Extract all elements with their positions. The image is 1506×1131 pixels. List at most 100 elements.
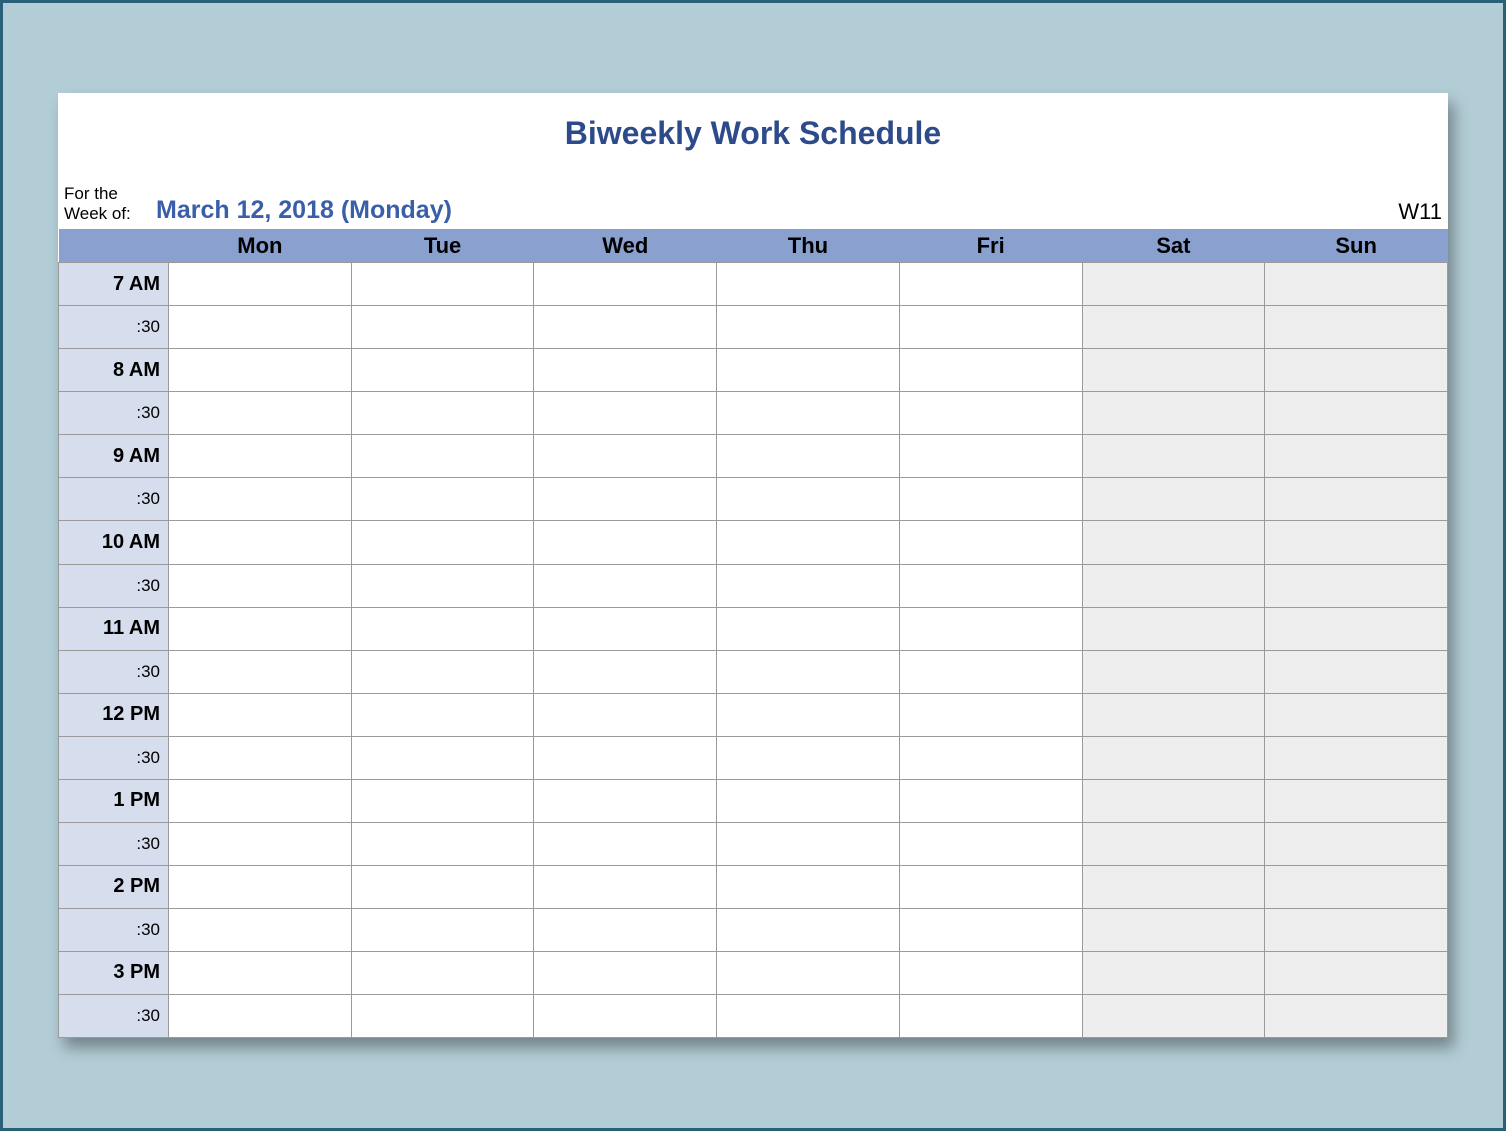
schedule-cell[interactable] xyxy=(1265,736,1448,779)
schedule-cell[interactable] xyxy=(351,478,534,521)
schedule-cell[interactable] xyxy=(717,951,900,994)
schedule-cell[interactable] xyxy=(169,951,352,994)
schedule-cell[interactable] xyxy=(1082,521,1265,564)
schedule-cell[interactable] xyxy=(1082,693,1265,736)
schedule-cell[interactable] xyxy=(899,564,1082,607)
schedule-cell[interactable] xyxy=(717,392,900,435)
schedule-cell[interactable] xyxy=(899,865,1082,908)
schedule-cell[interactable] xyxy=(534,736,717,779)
schedule-cell[interactable] xyxy=(351,263,534,306)
schedule-cell[interactable] xyxy=(351,521,534,564)
schedule-cell[interactable] xyxy=(534,349,717,392)
schedule-cell[interactable] xyxy=(717,908,900,951)
schedule-cell[interactable] xyxy=(351,951,534,994)
schedule-cell[interactable] xyxy=(1265,478,1448,521)
schedule-cell[interactable] xyxy=(1265,994,1448,1037)
schedule-cell[interactable] xyxy=(351,435,534,478)
schedule-cell[interactable] xyxy=(899,435,1082,478)
schedule-cell[interactable] xyxy=(899,736,1082,779)
schedule-cell[interactable] xyxy=(1082,736,1265,779)
schedule-cell[interactable] xyxy=(351,607,534,650)
schedule-cell[interactable] xyxy=(534,908,717,951)
schedule-cell[interactable] xyxy=(1265,263,1448,306)
schedule-cell[interactable] xyxy=(717,521,900,564)
schedule-cell[interactable] xyxy=(1265,865,1448,908)
schedule-cell[interactable] xyxy=(351,736,534,779)
schedule-cell[interactable] xyxy=(717,650,900,693)
schedule-cell[interactable] xyxy=(534,435,717,478)
schedule-cell[interactable] xyxy=(169,908,352,951)
schedule-cell[interactable] xyxy=(534,478,717,521)
schedule-cell[interactable] xyxy=(717,263,900,306)
schedule-cell[interactable] xyxy=(1265,607,1448,650)
schedule-cell[interactable] xyxy=(717,349,900,392)
schedule-cell[interactable] xyxy=(169,865,352,908)
schedule-cell[interactable] xyxy=(534,865,717,908)
schedule-cell[interactable] xyxy=(899,263,1082,306)
schedule-cell[interactable] xyxy=(899,607,1082,650)
schedule-cell[interactable] xyxy=(1082,349,1265,392)
schedule-cell[interactable] xyxy=(1082,306,1265,349)
schedule-cell[interactable] xyxy=(717,736,900,779)
schedule-cell[interactable] xyxy=(534,564,717,607)
schedule-cell[interactable] xyxy=(169,607,352,650)
schedule-cell[interactable] xyxy=(351,865,534,908)
schedule-cell[interactable] xyxy=(534,263,717,306)
schedule-cell[interactable] xyxy=(169,392,352,435)
schedule-cell[interactable] xyxy=(1082,564,1265,607)
schedule-cell[interactable] xyxy=(351,392,534,435)
schedule-cell[interactable] xyxy=(1082,994,1265,1037)
schedule-cell[interactable] xyxy=(1082,865,1265,908)
schedule-cell[interactable] xyxy=(169,435,352,478)
schedule-cell[interactable] xyxy=(351,693,534,736)
schedule-cell[interactable] xyxy=(1082,607,1265,650)
schedule-cell[interactable] xyxy=(899,650,1082,693)
schedule-cell[interactable] xyxy=(1265,349,1448,392)
schedule-cell[interactable] xyxy=(169,349,352,392)
schedule-cell[interactable] xyxy=(1082,263,1265,306)
schedule-cell[interactable] xyxy=(534,607,717,650)
schedule-cell[interactable] xyxy=(351,994,534,1037)
schedule-cell[interactable] xyxy=(717,994,900,1037)
schedule-cell[interactable] xyxy=(899,349,1082,392)
schedule-cell[interactable] xyxy=(717,478,900,521)
schedule-cell[interactable] xyxy=(534,392,717,435)
schedule-cell[interactable] xyxy=(899,521,1082,564)
schedule-cell[interactable] xyxy=(717,607,900,650)
schedule-cell[interactable] xyxy=(1265,693,1448,736)
schedule-cell[interactable] xyxy=(1082,435,1265,478)
schedule-cell[interactable] xyxy=(169,478,352,521)
schedule-cell[interactable] xyxy=(899,951,1082,994)
schedule-cell[interactable] xyxy=(534,693,717,736)
schedule-cell[interactable] xyxy=(717,564,900,607)
schedule-cell[interactable] xyxy=(169,693,352,736)
schedule-cell[interactable] xyxy=(351,564,534,607)
schedule-cell[interactable] xyxy=(717,435,900,478)
schedule-cell[interactable] xyxy=(351,306,534,349)
schedule-cell[interactable] xyxy=(169,564,352,607)
schedule-cell[interactable] xyxy=(534,650,717,693)
schedule-cell[interactable] xyxy=(899,908,1082,951)
schedule-cell[interactable] xyxy=(1265,908,1448,951)
schedule-cell[interactable] xyxy=(351,349,534,392)
schedule-cell[interactable] xyxy=(169,306,352,349)
schedule-cell[interactable] xyxy=(169,994,352,1037)
schedule-cell[interactable] xyxy=(534,306,717,349)
schedule-cell[interactable] xyxy=(1265,306,1448,349)
schedule-cell[interactable] xyxy=(1265,435,1448,478)
schedule-cell[interactable] xyxy=(1082,779,1265,822)
schedule-cell[interactable] xyxy=(351,779,534,822)
schedule-cell[interactable] xyxy=(1082,908,1265,951)
schedule-cell[interactable] xyxy=(717,693,900,736)
schedule-cell[interactable] xyxy=(534,779,717,822)
schedule-cell[interactable] xyxy=(534,521,717,564)
schedule-cell[interactable] xyxy=(1265,650,1448,693)
schedule-cell[interactable] xyxy=(1265,951,1448,994)
schedule-cell[interactable] xyxy=(169,263,352,306)
schedule-cell[interactable] xyxy=(899,693,1082,736)
schedule-cell[interactable] xyxy=(717,865,900,908)
schedule-cell[interactable] xyxy=(169,779,352,822)
schedule-cell[interactable] xyxy=(351,822,534,865)
schedule-cell[interactable] xyxy=(534,994,717,1037)
schedule-cell[interactable] xyxy=(1265,564,1448,607)
